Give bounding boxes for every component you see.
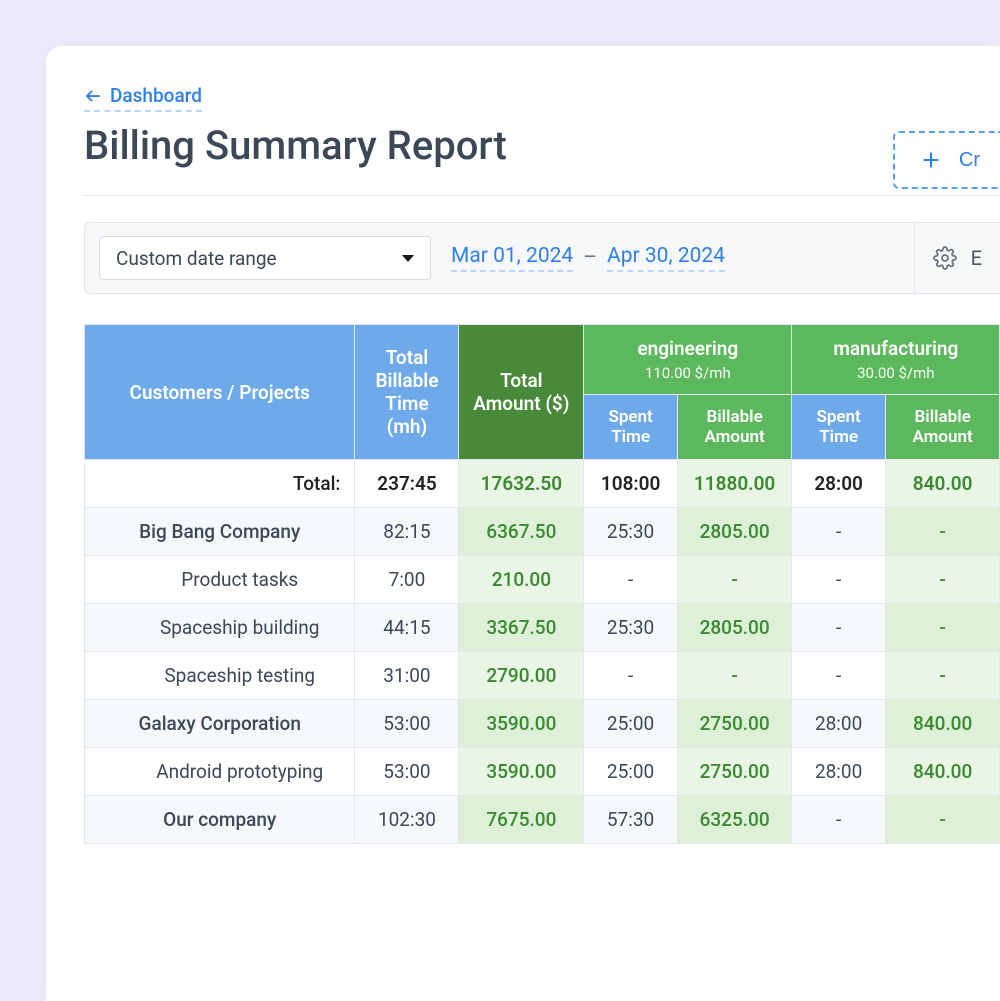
row-man-bill: - <box>885 652 999 700</box>
date-from-link[interactable]: Mar 01, 2024 <box>451 244 573 272</box>
row-eng-bill: 2805.00 <box>677 508 791 556</box>
row-label: Big Bang Company <box>85 508 355 556</box>
row-man-bill: 840.00 <box>885 700 999 748</box>
create-button-label: Cr <box>959 149 980 172</box>
row-eng-bill: - <box>677 652 791 700</box>
th-eng-spent: Spent Time <box>584 395 678 460</box>
row-time: 53:00 <box>355 700 459 748</box>
breadcrumb-label: Dashboard <box>110 84 202 107</box>
row-eng-spent: 57:30 <box>584 796 678 844</box>
row-eng-bill: 2805.00 <box>677 604 791 652</box>
total-time: 237:45 <box>355 460 459 508</box>
row-time: 53:00 <box>355 748 459 796</box>
row-man-bill: 840.00 <box>885 748 999 796</box>
table-row: Spaceship testing31:002790.00----- <box>85 652 1000 700</box>
row-label: Our company <box>85 796 355 844</box>
th-man-bill: Billable Amount <box>885 395 999 460</box>
row-man-spent: - <box>792 508 886 556</box>
row-time: 82:15 <box>355 508 459 556</box>
divider <box>84 195 1000 196</box>
chevron-down-icon <box>402 255 414 262</box>
page-title: Billing Summary Report <box>84 122 1000 169</box>
date-to-link[interactable]: Apr 30, 2024 <box>607 244 725 272</box>
toolbar-settings-label: E <box>971 246 982 270</box>
table-total-row: Total:237:4517632.50108:0011880.0028:008… <box>85 460 1000 508</box>
date-range-display: Mar 01, 2024 – Apr 30, 2024 <box>451 244 725 272</box>
table-row: Android prototyping53:003590.0025:002750… <box>85 748 1000 796</box>
row-eng-spent: - <box>584 652 678 700</box>
row-amount: 210.00 <box>459 556 584 604</box>
arrow-left-icon <box>84 87 102 105</box>
row-time: 102:30 <box>355 796 459 844</box>
row-eng-bill: 2750.00 <box>677 700 791 748</box>
row-eng-bill: - <box>677 556 791 604</box>
report-table: Customers / Projects Total Billable Time… <box>84 324 1000 844</box>
filter-toolbar: Custom date range Mar 01, 2024 – Apr 30,… <box>84 222 1000 294</box>
row-man-spent: - <box>792 796 886 844</box>
total-man-spent: 28:00 <box>792 460 886 508</box>
th-total-time: Total Billable Time (mh) <box>355 325 459 460</box>
report-table-wrap: Customers / Projects Total Billable Time… <box>84 324 1000 844</box>
row-amount: 6367.50 <box>459 508 584 556</box>
row-amount: 3590.00 <box>459 700 584 748</box>
report-card: Dashboard Billing Summary Report Cr Cust… <box>46 46 1000 1001</box>
plus-icon <box>921 150 941 170</box>
table-row: Spaceship building44:153367.5025:302805.… <box>85 604 1000 652</box>
toolbar-settings-button[interactable]: E <box>914 223 1000 293</box>
table-row: Galaxy Corporation53:003590.0025:002750.… <box>85 700 1000 748</box>
row-man-spent: - <box>792 604 886 652</box>
row-label: Android prototyping <box>85 748 355 796</box>
date-range-dash: – <box>583 246 597 270</box>
row-eng-spent: 25:00 <box>584 748 678 796</box>
row-man-bill: - <box>885 508 999 556</box>
row-time: 31:00 <box>355 652 459 700</box>
row-eng-spent: 25:30 <box>584 604 678 652</box>
row-label: Product tasks <box>85 556 355 604</box>
total-amount: 17632.50 <box>459 460 584 508</box>
th-customers: Customers / Projects <box>85 325 355 460</box>
row-man-bill: - <box>885 556 999 604</box>
total-man-bill: 840.00 <box>885 460 999 508</box>
date-range-select[interactable]: Custom date range <box>99 236 431 280</box>
table-row: Our company102:307675.0057:306325.00--- <box>85 796 1000 844</box>
total-label: Total: <box>85 460 355 508</box>
row-time: 44:15 <box>355 604 459 652</box>
gear-icon <box>933 246 957 270</box>
row-label: Galaxy Corporation <box>85 700 355 748</box>
th-eng-bill: Billable Amount <box>677 395 791 460</box>
row-amount: 2790.00 <box>459 652 584 700</box>
th-man-spent: Spent Time <box>792 395 886 460</box>
th-group-engineering: engineering110.00 $/mh <box>584 325 792 395</box>
total-eng-bill: 11880.00 <box>677 460 791 508</box>
create-button[interactable]: Cr <box>893 131 1000 189</box>
row-label: Spaceship building <box>85 604 355 652</box>
row-time: 7:00 <box>355 556 459 604</box>
date-range-select-label: Custom date range <box>116 247 277 270</box>
row-man-spent: 28:00 <box>792 748 886 796</box>
row-man-spent: 28:00 <box>792 700 886 748</box>
row-amount: 3590.00 <box>459 748 584 796</box>
row-label: Spaceship testing <box>85 652 355 700</box>
table-row: Big Bang Company82:156367.5025:302805.00… <box>85 508 1000 556</box>
row-man-spent: - <box>792 556 886 604</box>
total-eng-spent: 108:00 <box>584 460 678 508</box>
row-eng-spent: 25:00 <box>584 700 678 748</box>
th-group-manufacturing: manufacturing30.00 $/mh <box>792 325 1000 395</box>
breadcrumb-dashboard[interactable]: Dashboard <box>84 84 202 112</box>
th-total-amount: Total Amount ($) <box>459 325 584 460</box>
row-man-bill: - <box>885 604 999 652</box>
row-eng-bill: 6325.00 <box>677 796 791 844</box>
table-row: Product tasks7:00210.00----7:00 <box>85 556 1000 604</box>
row-amount: 3367.50 <box>459 604 584 652</box>
row-eng-bill: 2750.00 <box>677 748 791 796</box>
row-man-spent: - <box>792 652 886 700</box>
row-amount: 7675.00 <box>459 796 584 844</box>
row-eng-spent: 25:30 <box>584 508 678 556</box>
row-man-bill: - <box>885 796 999 844</box>
row-eng-spent: - <box>584 556 678 604</box>
